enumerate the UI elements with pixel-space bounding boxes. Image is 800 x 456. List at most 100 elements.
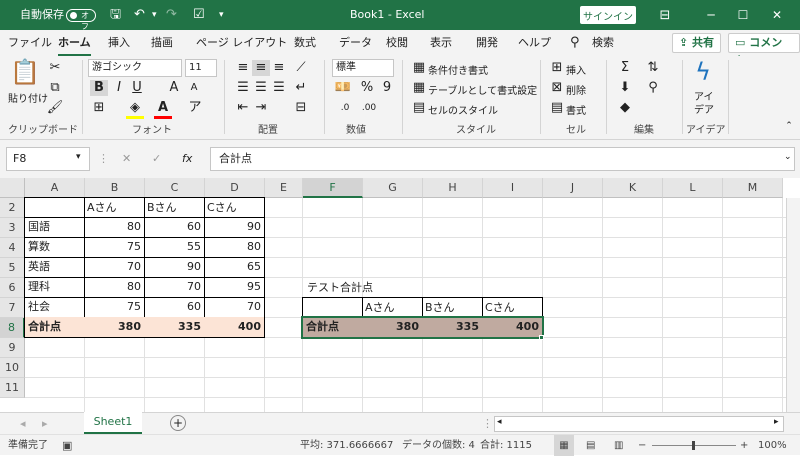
shrink-font-icon[interactable]: A: [185, 80, 203, 96]
table1-score-cell[interactable]: 80: [84, 277, 145, 298]
column-header-l[interactable]: L: [663, 178, 723, 198]
scroll-tabs-right-icon[interactable]: ▸: [42, 417, 48, 430]
delete-cells-icon[interactable]: ⊠: [548, 80, 566, 96]
column-header-c[interactable]: C: [145, 178, 205, 198]
table1-total-cell[interactable]: 380: [84, 317, 145, 338]
worksheet-grid[interactable]: A B C D E F G H I J K L M 2 3 4 5 6 7 8 9 10 11 Aさん Bさん Cさん 国語 80 60…: [0, 178, 800, 412]
fill-handle[interactable]: [539, 335, 544, 340]
increase-decimal-icon[interactable]: .0: [336, 100, 354, 116]
row-header-4[interactable]: 4: [0, 238, 25, 258]
delete-cells-button[interactable]: 削除: [566, 82, 586, 97]
table1-subject-cell[interactable]: 英語: [24, 257, 85, 278]
tab-developer[interactable]: 開発: [476, 30, 498, 56]
insert-cells-button[interactable]: 挿入: [566, 62, 586, 77]
scroll-left-icon[interactable]: ◂: [497, 417, 502, 427]
row-header-10[interactable]: 10: [0, 358, 25, 378]
sort-filter-icon[interactable]: ⇅: [644, 60, 662, 76]
orientation-icon[interactable]: ⟋: [292, 60, 310, 76]
redo-icon[interactable]: ↷: [166, 0, 177, 30]
format-cells-button[interactable]: 書式: [566, 102, 586, 117]
sheet-tab-sheet1[interactable]: Sheet1: [84, 412, 142, 434]
tab-insert[interactable]: 挿入: [108, 30, 130, 56]
format-cells-icon[interactable]: ▤: [548, 100, 566, 116]
table2-title[interactable]: テスト合計点: [304, 278, 424, 298]
row-header-6[interactable]: 6: [0, 278, 25, 298]
count-status[interactable]: データの個数: 4: [402, 435, 475, 456]
align-bottom-icon[interactable]: ≡: [270, 60, 288, 76]
decrease-decimal-icon[interactable]: .00: [360, 100, 378, 116]
bold-button[interactable]: B: [90, 80, 108, 96]
decrease-indent-icon[interactable]: ⇤: [234, 100, 252, 116]
font-color-icon[interactable]: A: [154, 100, 172, 119]
table1-total-cell[interactable]: 335: [144, 317, 205, 338]
align-middle-icon[interactable]: ≡: [252, 60, 270, 76]
table1-score-cell[interactable]: 90: [204, 217, 265, 238]
column-header-k[interactable]: K: [603, 178, 663, 198]
autosave-toggle[interactable]: オフ: [66, 9, 96, 31]
paste-label[interactable]: 貼り付け: [8, 90, 48, 105]
tab-help[interactable]: ヘルプ: [518, 30, 551, 56]
phonetic-icon[interactable]: ア: [186, 100, 204, 116]
page-layout-view-icon[interactable]: ▤: [586, 435, 595, 456]
zoom-level[interactable]: 100%: [758, 435, 787, 456]
table1-subject-cell[interactable]: 社会: [24, 297, 85, 318]
table1-score-cell[interactable]: 95: [204, 277, 265, 298]
find-select-icon[interactable]: ⚲: [644, 80, 662, 96]
conditional-format-icon[interactable]: ▦: [410, 60, 428, 76]
table2-header-cell[interactable]: Aさん: [362, 297, 423, 318]
format-painter-icon[interactable]: 🖌: [46, 100, 64, 116]
average-status[interactable]: 平均: 371.6666667: [300, 435, 393, 456]
align-top-icon[interactable]: ≡: [234, 60, 252, 76]
zoom-in-icon[interactable]: +: [740, 435, 748, 456]
table1-subject-cell[interactable]: 国語: [24, 217, 85, 238]
copy-icon[interactable]: ⧉: [46, 80, 64, 96]
italic-button[interactable]: I: [110, 80, 128, 96]
search-icon[interactable]: ⚲: [570, 30, 580, 56]
table1-total-cell[interactable]: 400: [204, 317, 265, 338]
underline-button[interactable]: U: [128, 80, 146, 96]
sum-status[interactable]: 合計: 1115: [480, 435, 532, 456]
expand-formula-icon[interactable]: ⌄: [784, 152, 792, 162]
column-header-f[interactable]: F: [303, 178, 363, 198]
vertical-scrollbar[interactable]: [786, 198, 800, 412]
form-icon[interactable]: ☑: [193, 0, 205, 30]
row-header-2[interactable]: 2: [0, 198, 25, 218]
cell-styles-icon[interactable]: ▤: [410, 100, 428, 116]
table1-score-cell[interactable]: 55: [144, 237, 205, 258]
wrap-text-icon[interactable]: ↵: [292, 80, 310, 96]
table1-subject-cell[interactable]: 理科: [24, 277, 85, 298]
table1-score-cell[interactable]: 65: [204, 257, 265, 278]
number-format-combo[interactable]: 標準: [332, 59, 394, 77]
table2-header-cell[interactable]: Bさん: [422, 297, 483, 318]
table1-header-cell[interactable]: Bさん: [144, 197, 205, 218]
column-header-i[interactable]: I: [483, 178, 543, 198]
borders-icon[interactable]: ⊞: [90, 100, 108, 116]
table1-subject-cell[interactable]: 算数: [24, 237, 85, 258]
enter-icon[interactable]: ✓: [152, 152, 161, 165]
cell-styles-button[interactable]: セルのスタイル: [428, 102, 498, 117]
ideas-label-2[interactable]: デア: [694, 101, 714, 116]
collapse-ribbon-icon[interactable]: ⌃: [780, 118, 798, 134]
ribbon-display-icon[interactable]: ⊟: [642, 0, 688, 30]
cut-icon[interactable]: ✂: [46, 60, 64, 76]
tab-file[interactable]: ファイル: [8, 30, 52, 56]
insert-function-icon[interactable]: fx: [182, 152, 192, 165]
grow-font-icon[interactable]: A: [165, 80, 183, 96]
currency-icon[interactable]: 💴: [334, 80, 352, 96]
horizontal-scrollbar[interactable]: [494, 416, 784, 432]
column-header-b[interactable]: B: [85, 178, 145, 198]
column-header-a[interactable]: A: [25, 178, 85, 198]
table1-score-cell[interactable]: 70: [204, 297, 265, 318]
column-header-m[interactable]: M: [723, 178, 783, 198]
zoom-out-icon[interactable]: −: [638, 435, 646, 456]
row-header-5[interactable]: 5: [0, 258, 25, 278]
normal-view-icon[interactable]: ▦: [554, 435, 574, 456]
table1-score-cell[interactable]: 60: [144, 217, 205, 238]
table1-score-cell[interactable]: 75: [84, 297, 145, 318]
row-header-7[interactable]: 7: [0, 298, 25, 318]
percent-button[interactable]: %: [358, 80, 376, 96]
share-button[interactable]: ⇪ 共有: [672, 33, 722, 53]
table1-score-cell[interactable]: 80: [84, 217, 145, 238]
comma-button[interactable]: 9: [378, 80, 396, 96]
select-all-corner[interactable]: [0, 178, 25, 198]
